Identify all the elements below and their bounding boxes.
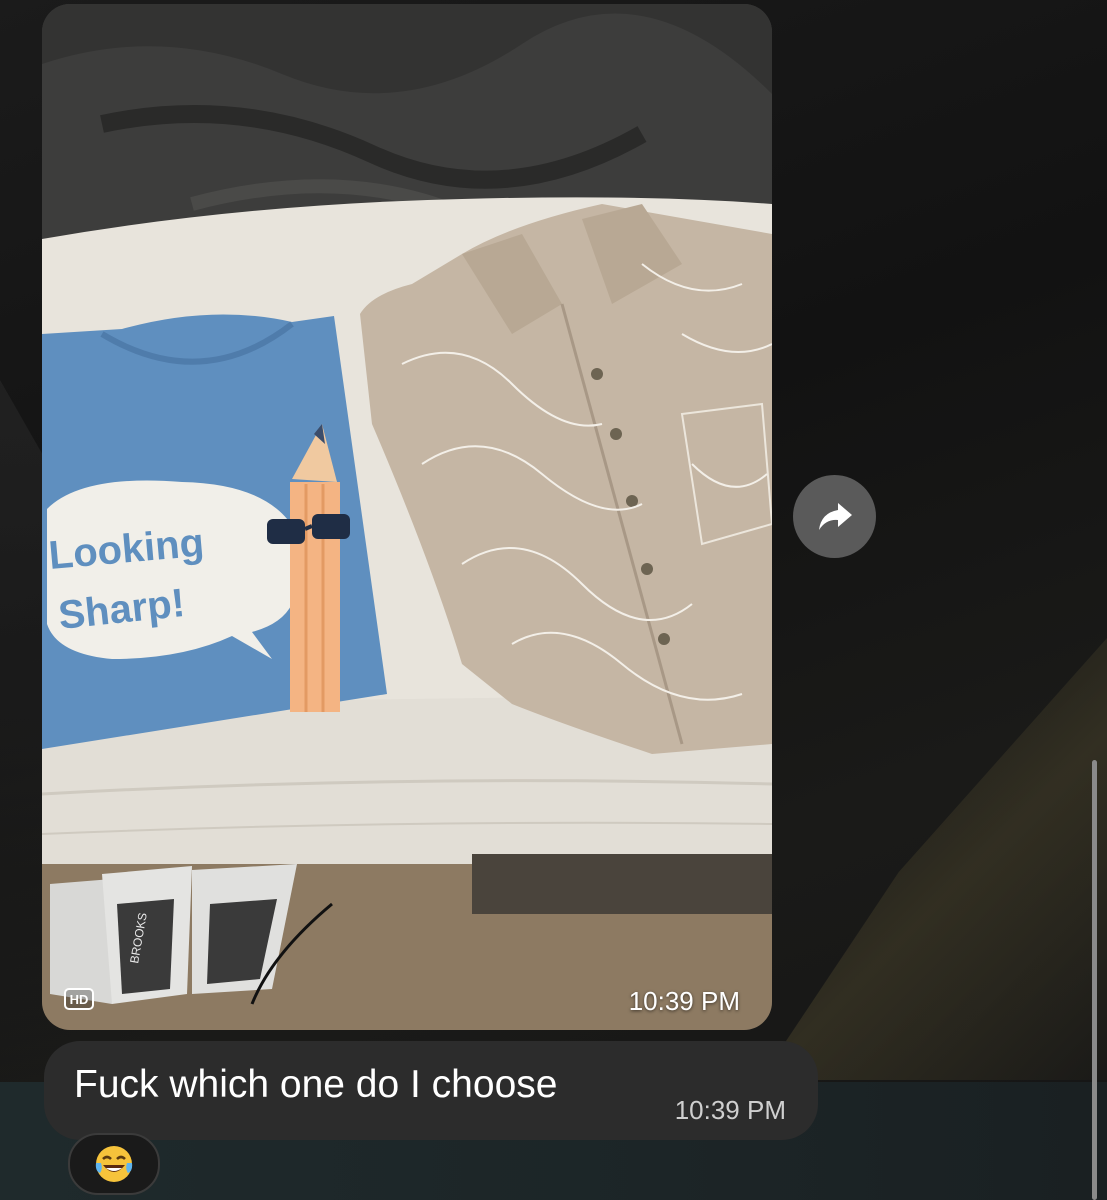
hd-badge: HD <box>64 988 94 1010</box>
laughing-tears-emoji-icon <box>95 1146 133 1182</box>
text-message-bubble[interactable]: Fuck which one do I choose 10:39 PM <box>44 1041 818 1140</box>
message-text: Fuck which one do I choose <box>74 1063 558 1106</box>
scrollbar[interactable] <box>1092 760 1097 1200</box>
blue-tshirt-graphic: Looking Sharp! <box>42 314 387 749</box>
reaction-badge[interactable] <box>68 1133 160 1195</box>
forward-arrow-icon <box>818 502 852 530</box>
image-message-time: 10:39 PM <box>628 986 740 1016</box>
photo-two-shirts: BROOKS Looking Sharp! <box>42 4 772 1030</box>
image-message[interactable]: BROOKS Looking Sharp! HD 10:39 PM <box>42 4 772 1030</box>
forward-button[interactable] <box>793 475 876 558</box>
message-time: 10:39 PM <box>674 1095 786 1125</box>
